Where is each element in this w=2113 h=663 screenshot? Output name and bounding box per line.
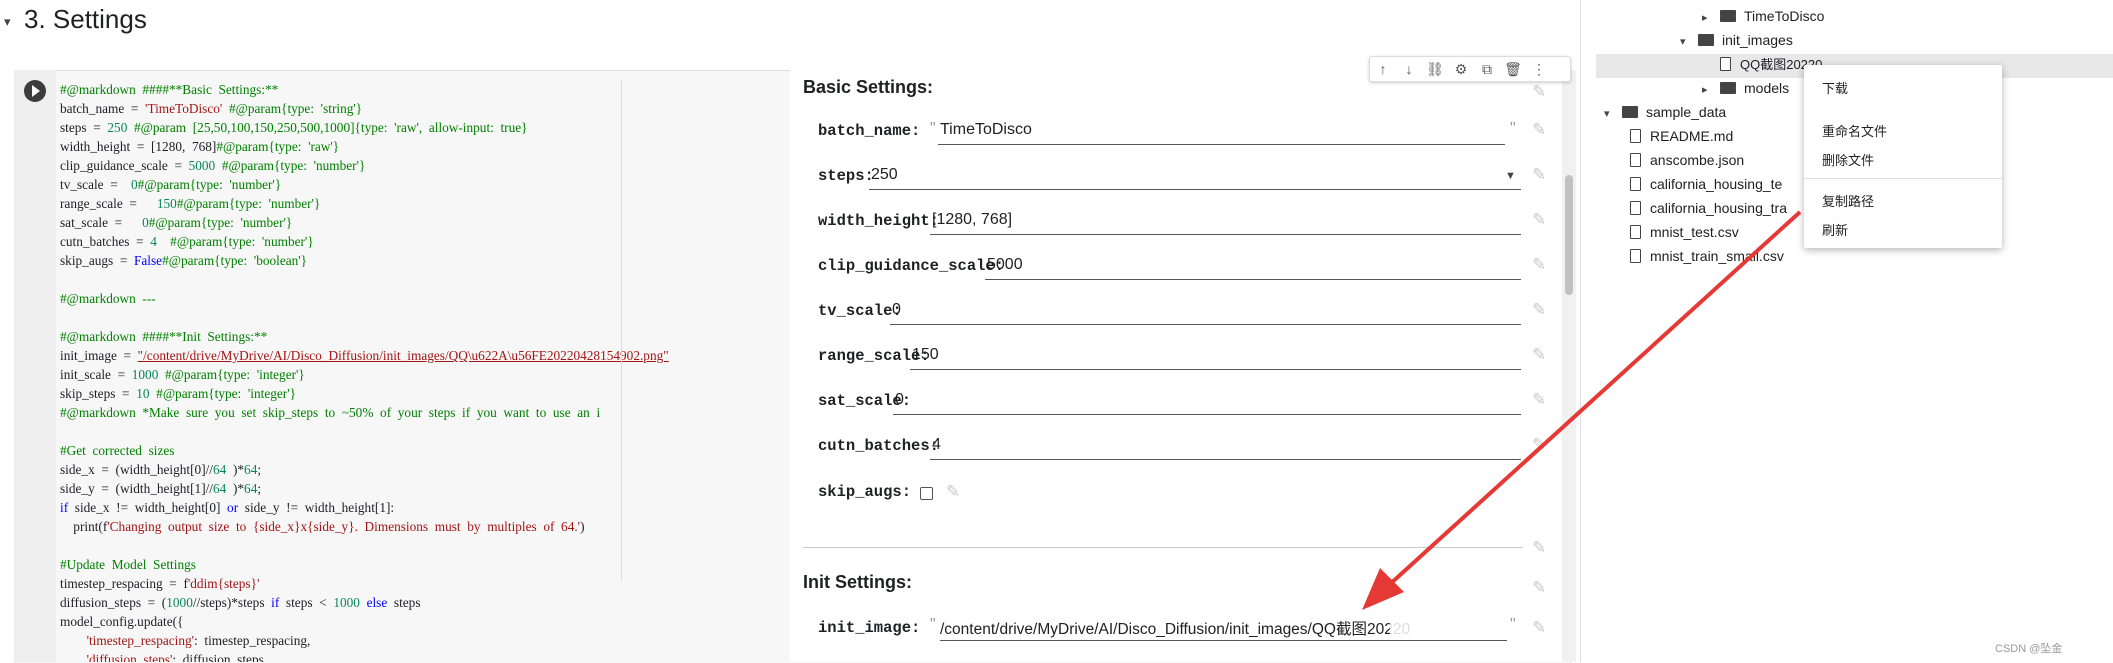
arrow-head: [1362, 568, 1404, 610]
watermark: CSDN @坠金: [1995, 643, 2063, 655]
annotation-arrow: [1362, 210, 1802, 610]
arrow-shaft: [1376, 210, 1802, 597]
